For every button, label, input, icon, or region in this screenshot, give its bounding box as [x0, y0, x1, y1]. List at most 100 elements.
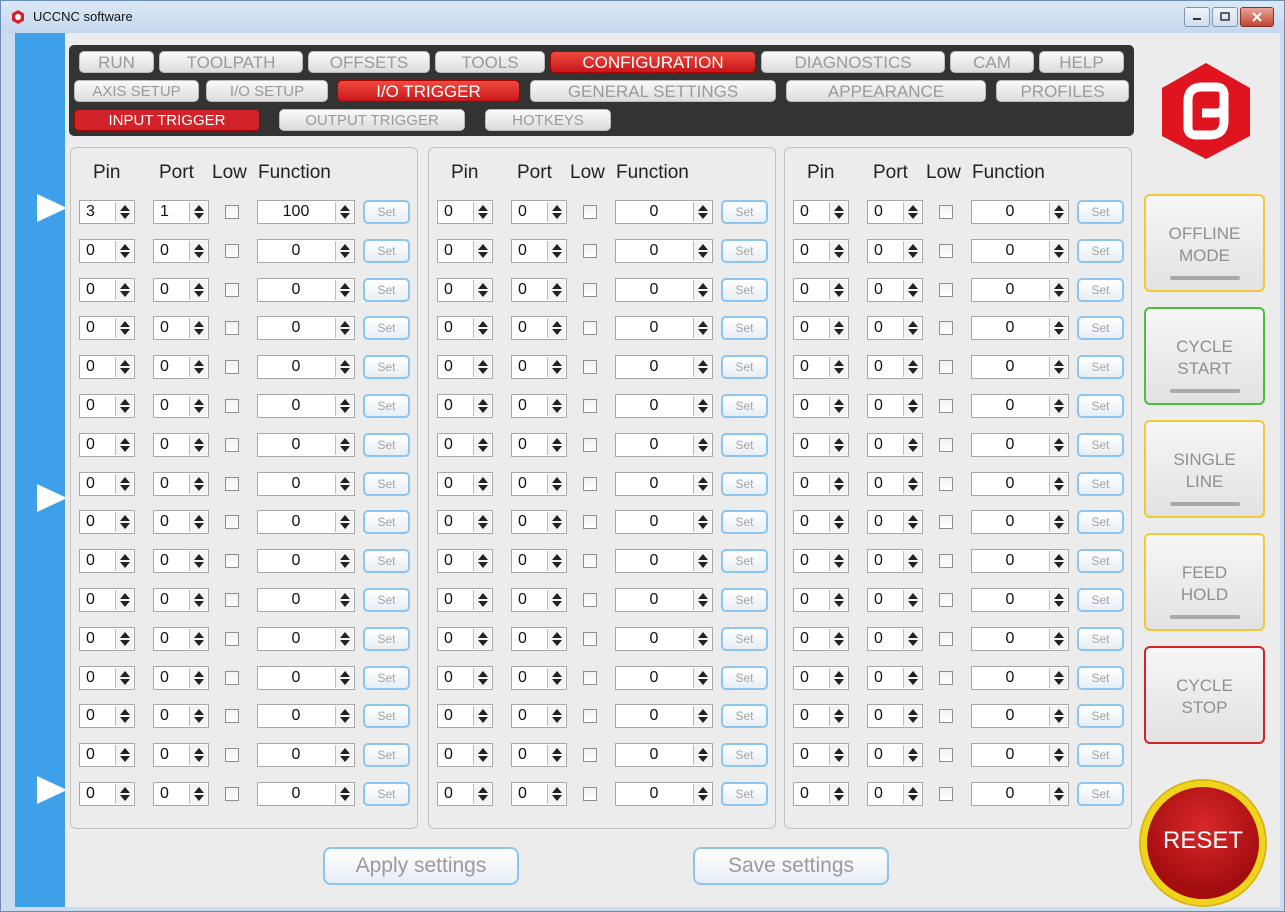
- set-button[interactable]: Set: [363, 588, 410, 612]
- spin-arrows-icon[interactable]: [1049, 590, 1067, 610]
- pin-spinner[interactable]: 3: [79, 200, 135, 224]
- set-button[interactable]: Set: [721, 278, 768, 302]
- function-spinner[interactable]: 0: [257, 278, 355, 302]
- spin-arrows-icon[interactable]: [473, 357, 491, 377]
- spin-arrows-icon[interactable]: [189, 784, 207, 804]
- set-button[interactable]: Set: [721, 394, 768, 418]
- function-spinner[interactable]: 0: [615, 588, 713, 612]
- spin-arrows-icon[interactable]: [693, 357, 711, 377]
- low-checkbox[interactable]: [583, 477, 597, 491]
- spin-arrows-icon[interactable]: [335, 357, 353, 377]
- tab-io-trigger[interactable]: I/O TRIGGER: [337, 80, 520, 102]
- spin-arrows-icon[interactable]: [335, 784, 353, 804]
- function-spinner[interactable]: 0: [615, 200, 713, 224]
- spin-arrows-icon[interactable]: [1049, 241, 1067, 261]
- tab-io-setup[interactable]: I/O SETUP: [206, 80, 328, 102]
- low-checkbox[interactable]: [583, 399, 597, 413]
- pin-spinner[interactable]: 0: [793, 472, 849, 496]
- spin-arrows-icon[interactable]: [693, 241, 711, 261]
- spin-arrows-icon[interactable]: [115, 706, 133, 726]
- port-spinner[interactable]: 0: [511, 200, 567, 224]
- spin-arrows-icon[interactable]: [115, 745, 133, 765]
- function-spinner[interactable]: 0: [615, 433, 713, 457]
- pin-spinner[interactable]: 0: [79, 782, 135, 806]
- port-spinner[interactable]: 0: [153, 588, 209, 612]
- spin-arrows-icon[interactable]: [335, 745, 353, 765]
- spin-arrows-icon[interactable]: [903, 474, 921, 494]
- set-button[interactable]: Set: [363, 200, 410, 224]
- function-spinner[interactable]: 0: [971, 239, 1069, 263]
- spin-arrows-icon[interactable]: [473, 745, 491, 765]
- spin-arrows-icon[interactable]: [829, 241, 847, 261]
- spin-arrows-icon[interactable]: [473, 280, 491, 300]
- spin-arrows-icon[interactable]: [829, 512, 847, 532]
- port-spinner[interactable]: 0: [511, 394, 567, 418]
- pin-spinner[interactable]: 0: [793, 549, 849, 573]
- spin-arrows-icon[interactable]: [115, 435, 133, 455]
- low-checkbox[interactable]: [939, 321, 953, 335]
- spin-arrows-icon[interactable]: [335, 706, 353, 726]
- function-spinner[interactable]: 0: [971, 278, 1069, 302]
- low-checkbox[interactable]: [939, 399, 953, 413]
- spin-arrows-icon[interactable]: [335, 318, 353, 338]
- set-button[interactable]: Set: [1077, 200, 1124, 224]
- set-button[interactable]: Set: [363, 355, 410, 379]
- set-button[interactable]: Set: [363, 472, 410, 496]
- set-button[interactable]: Set: [363, 704, 410, 728]
- spin-arrows-icon[interactable]: [1049, 706, 1067, 726]
- set-button[interactable]: Set: [1077, 394, 1124, 418]
- spin-arrows-icon[interactable]: [335, 474, 353, 494]
- port-spinner[interactable]: 0: [153, 472, 209, 496]
- port-spinner[interactable]: 0: [867, 239, 923, 263]
- spin-arrows-icon[interactable]: [473, 318, 491, 338]
- function-spinner[interactable]: 0: [257, 666, 355, 690]
- spin-arrows-icon[interactable]: [1049, 318, 1067, 338]
- feed-hold-button[interactable]: FEED HOLD: [1144, 533, 1265, 631]
- port-spinner[interactable]: 0: [153, 549, 209, 573]
- low-checkbox[interactable]: [939, 787, 953, 801]
- function-spinner[interactable]: 0: [257, 394, 355, 418]
- set-button[interactable]: Set: [1077, 743, 1124, 767]
- function-spinner[interactable]: 0: [971, 200, 1069, 224]
- set-button[interactable]: Set: [721, 666, 768, 690]
- pin-spinner[interactable]: 0: [437, 239, 493, 263]
- spin-arrows-icon[interactable]: [903, 745, 921, 765]
- spin-arrows-icon[interactable]: [1049, 474, 1067, 494]
- low-checkbox[interactable]: [225, 360, 239, 374]
- spin-arrows-icon[interactable]: [335, 202, 353, 222]
- spin-arrows-icon[interactable]: [1049, 551, 1067, 571]
- low-checkbox[interactable]: [225, 205, 239, 219]
- pin-spinner[interactable]: 0: [437, 627, 493, 651]
- set-button[interactable]: Set: [1077, 278, 1124, 302]
- spin-arrows-icon[interactable]: [693, 202, 711, 222]
- function-spinner[interactable]: 0: [615, 549, 713, 573]
- spin-arrows-icon[interactable]: [189, 357, 207, 377]
- spin-arrows-icon[interactable]: [829, 202, 847, 222]
- pin-spinner[interactable]: 0: [79, 627, 135, 651]
- function-spinner[interactable]: 0: [615, 782, 713, 806]
- spin-arrows-icon[interactable]: [189, 241, 207, 261]
- function-spinner[interactable]: 100: [257, 200, 355, 224]
- low-checkbox[interactable]: [225, 244, 239, 258]
- set-button[interactable]: Set: [721, 355, 768, 379]
- spin-arrows-icon[interactable]: [693, 318, 711, 338]
- low-checkbox[interactable]: [939, 283, 953, 297]
- spin-arrows-icon[interactable]: [189, 629, 207, 649]
- pin-spinner[interactable]: 0: [437, 704, 493, 728]
- spin-arrows-icon[interactable]: [115, 551, 133, 571]
- spin-arrows-icon[interactable]: [189, 280, 207, 300]
- spin-arrows-icon[interactable]: [829, 551, 847, 571]
- port-spinner[interactable]: 0: [511, 666, 567, 690]
- spin-arrows-icon[interactable]: [473, 784, 491, 804]
- port-spinner[interactable]: 0: [153, 355, 209, 379]
- low-checkbox[interactable]: [225, 671, 239, 685]
- spin-arrows-icon[interactable]: [335, 668, 353, 688]
- pin-spinner[interactable]: 0: [79, 510, 135, 534]
- set-button[interactable]: Set: [1077, 588, 1124, 612]
- function-spinner[interactable]: 0: [257, 472, 355, 496]
- spin-arrows-icon[interactable]: [115, 668, 133, 688]
- port-spinner[interactable]: 0: [867, 588, 923, 612]
- spin-arrows-icon[interactable]: [473, 706, 491, 726]
- port-spinner[interactable]: 0: [511, 704, 567, 728]
- low-checkbox[interactable]: [939, 593, 953, 607]
